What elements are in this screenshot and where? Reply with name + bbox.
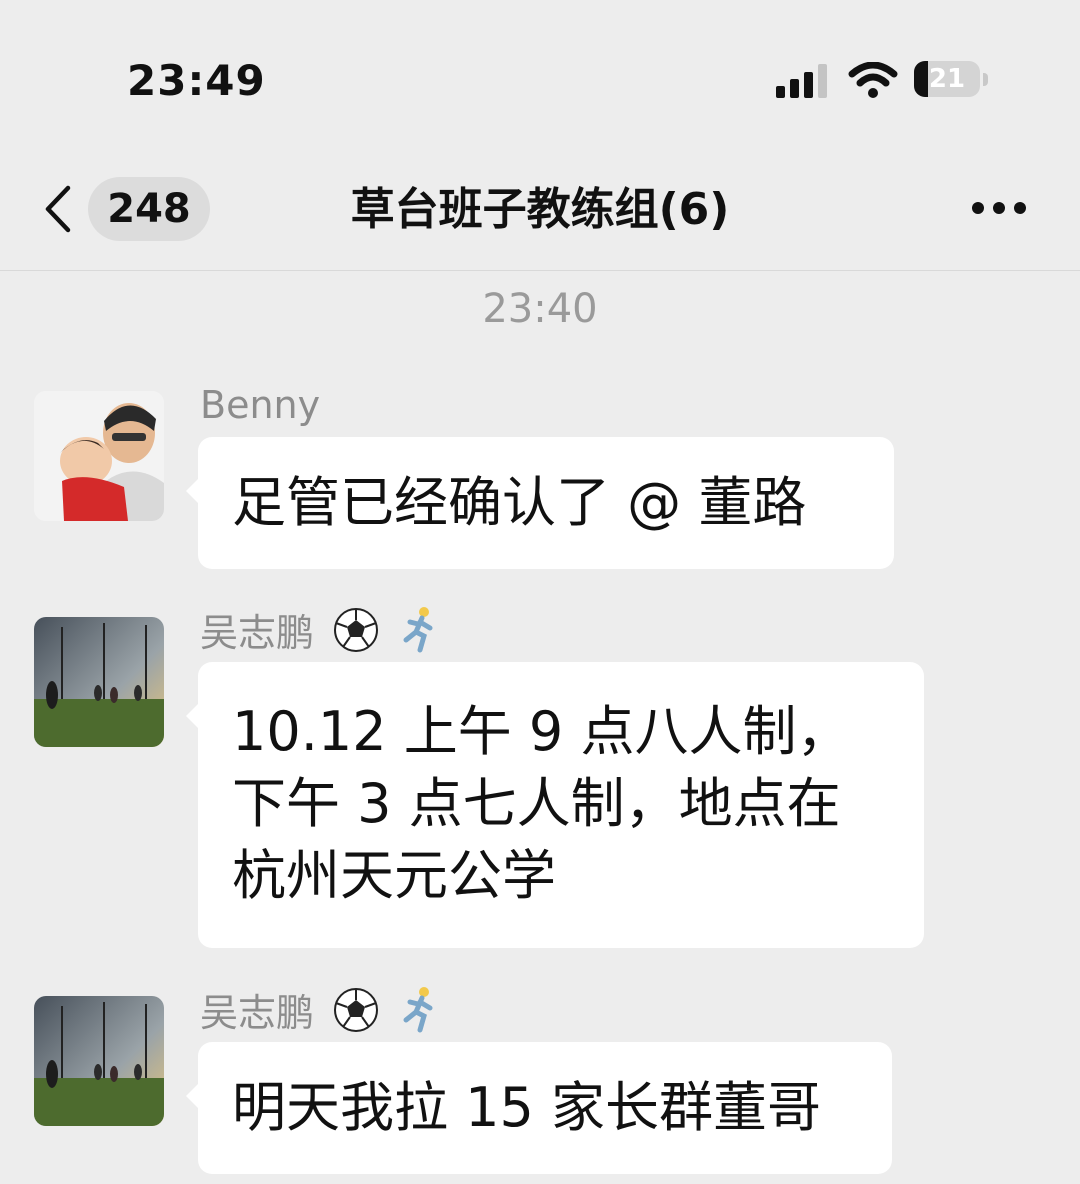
runner-icon [398,606,442,665]
sender-name: 吴志鹏 [200,986,442,1045]
message-text-line: 下午 3 点七人制，地点在 [232,772,841,835]
sender-name: Benny [200,383,321,427]
chat-nav-bar: 248 草台班子教练组(6) [0,160,1080,271]
battery-icon: 21 [914,61,990,99]
soccer-ball-icon [332,986,380,1045]
message-timestamp: 23:40 [482,286,598,332]
sender-name-text: 吴志鹏 [200,991,315,1035]
message-bubble[interactable]: 10.12 上午 9 点八人制， 下午 3 点七人制，地点在 杭州天元公学 [186,662,924,948]
status-time: 23:49 [127,56,266,105]
wifi-icon [848,62,898,98]
avatar[interactable] [34,617,164,747]
runner-icon [398,986,442,1045]
soccer-ball-icon [332,606,380,665]
more-icon[interactable] [970,198,1028,218]
cellular-signal-icon [776,64,827,98]
message-bubble[interactable]: 明天我拉 15 家长群董哥 [186,1042,892,1174]
message-bubble[interactable]: 足管已经确认了 @ 董路 [186,437,894,569]
battery-level: 21 [928,64,966,94]
sender-name-text: 吴志鹏 [200,611,315,655]
message-text: 足管已经确认了 @ 董路 [232,471,807,534]
chat-title: 草台班子教练组(6) [350,184,730,235]
sender-name: 吴志鹏 [200,606,442,665]
avatar[interactable] [34,996,164,1126]
message-text-line: 杭州天元公学 [232,844,556,907]
message-text-line: 10.12 上午 9 点八人制， [232,700,851,763]
message-text: 明天我拉 15 家长群董哥 [232,1076,822,1139]
avatar[interactable] [34,391,164,521]
